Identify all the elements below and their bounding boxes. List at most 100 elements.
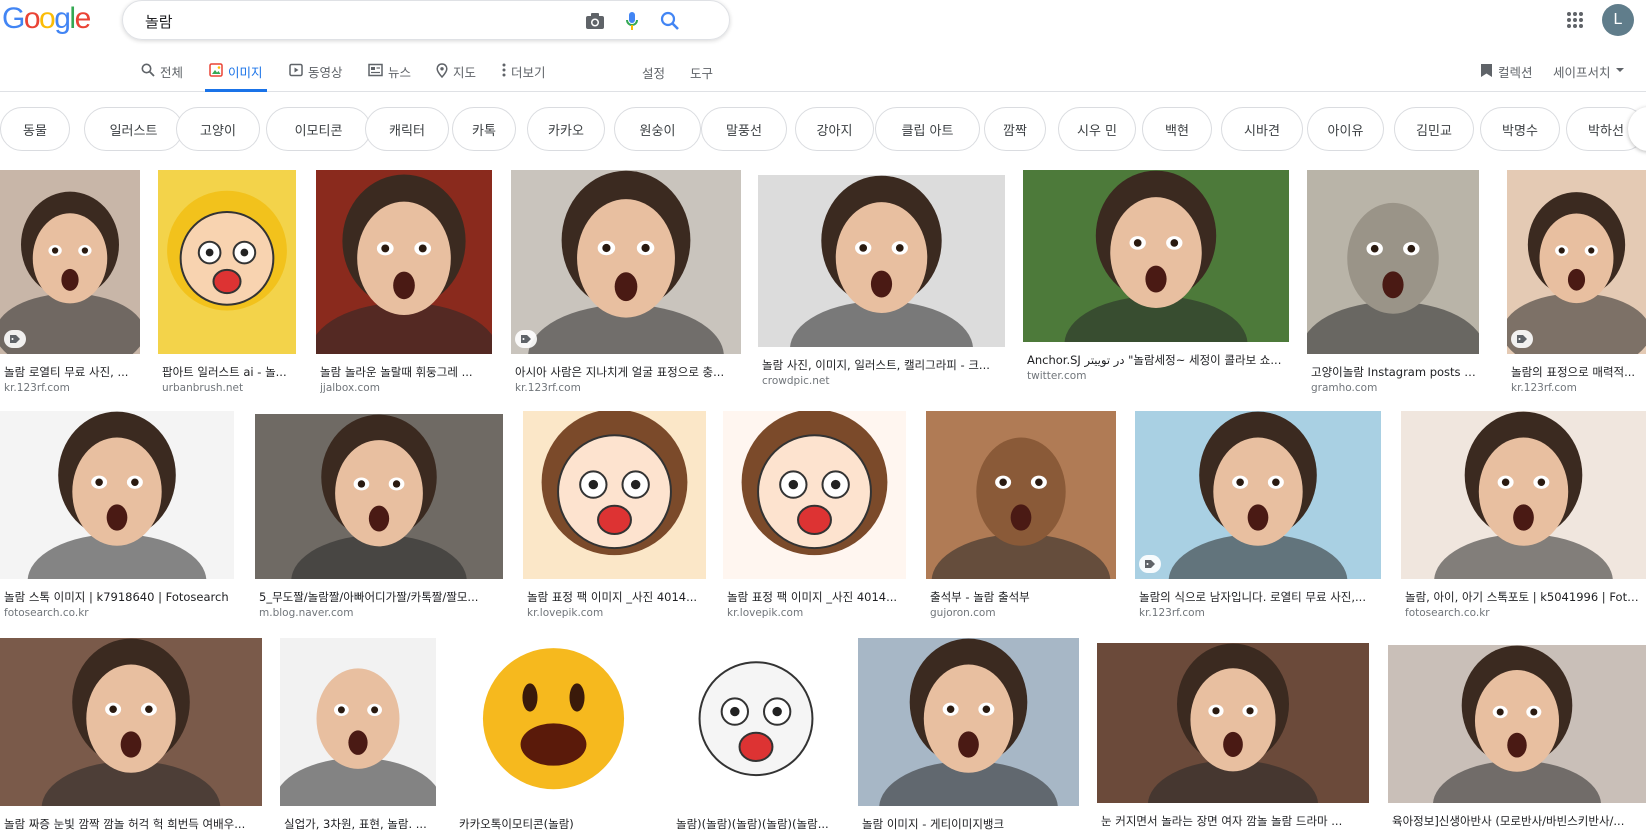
result-thumbnail[interactable] bbox=[1023, 170, 1289, 342]
tab-maps[interactable]: 지도 bbox=[436, 62, 476, 92]
chip-filter[interactable]: 시우 민 bbox=[1058, 107, 1136, 151]
image-result[interactable]: 실업가, 3차원, 표현, 놀람. ... bbox=[280, 638, 436, 834]
safesearch-dropdown[interactable]: 세이프서치 bbox=[1553, 62, 1624, 92]
search-box[interactable]: 놀람 bbox=[122, 0, 730, 40]
image-result[interactable]: 눈 커지면서 놀라는 장면 여자 깜놀 놀람 드라마 ... bbox=[1097, 643, 1369, 834]
chip-filter[interactable]: 캐릭터 bbox=[365, 107, 449, 151]
result-thumbnail[interactable] bbox=[858, 638, 1079, 806]
result-source[interactable]: urbanbrush.net bbox=[162, 382, 294, 394]
result-title[interactable]: 5_무도짤/놀람짤/아빠어디가짤/카톡짤/짤모... bbox=[259, 589, 501, 605]
result-source[interactable]: gujoron.com bbox=[930, 607, 1114, 619]
image-result[interactable]: 5_무도짤/놀람짤/아빠어디가짤/카톡짤/짤모... m.blog.naver.c… bbox=[255, 414, 503, 627]
result-thumbnail[interactable] bbox=[0, 638, 262, 806]
chip-filter[interactable]: 아이유 bbox=[1307, 107, 1384, 151]
image-result[interactable]: 놀람 표정 팩 이미지 _사진 4014... kr.lovepik.com bbox=[723, 411, 906, 627]
result-thumbnail[interactable] bbox=[316, 170, 492, 354]
result-title[interactable]: 팝아트 일러스트 ai - 놀... bbox=[162, 364, 294, 380]
result-thumbnail[interactable] bbox=[0, 170, 140, 354]
image-result[interactable]: 놀람 사진, 이미지, 일러스트, 캘리그라피 - 크... crowdpic.n… bbox=[758, 175, 1005, 395]
image-result[interactable]: 놀람 짜증 눈빛 깜짝 깜놀 허걱 헉 희번득 여배우... bbox=[0, 638, 262, 834]
chip-filter[interactable]: 김민교 bbox=[1394, 107, 1474, 151]
result-thumbnail[interactable] bbox=[1507, 170, 1646, 354]
result-thumbnail[interactable] bbox=[1097, 643, 1369, 803]
result-source[interactable]: kr.123rf.com bbox=[1511, 382, 1644, 394]
result-thumbnail[interactable] bbox=[1401, 411, 1646, 579]
chip-filter[interactable]: 백현 bbox=[1142, 107, 1212, 151]
result-title[interactable]: 놀람의 식으로 남자입니다. 로열티 무료 사진,... bbox=[1139, 589, 1379, 605]
result-source[interactable]: fotosearch.co.kr bbox=[4, 607, 232, 619]
image-result[interactable]: 놀람 스톡 이미지 | k7918640 | Fotosearch fotosea… bbox=[0, 411, 234, 627]
result-source[interactable]: kr.lovepik.com bbox=[527, 607, 704, 619]
chip-filter[interactable]: 깜짝 bbox=[984, 107, 1046, 151]
result-thumbnail[interactable] bbox=[455, 638, 652, 806]
result-thumbnail[interactable] bbox=[723, 411, 906, 579]
result-thumbnail[interactable] bbox=[672, 638, 840, 806]
image-result[interactable]: 출석부 - 놀람 출석부 gujoron.com bbox=[926, 411, 1116, 627]
chip-filter[interactable]: 말풍선 bbox=[701, 107, 787, 151]
camera-icon[interactable] bbox=[581, 7, 609, 35]
result-source[interactable]: crowdpic.net bbox=[762, 375, 1003, 387]
result-thumbnail[interactable] bbox=[758, 175, 1005, 347]
result-source[interactable]: kr.123rf.com bbox=[1139, 607, 1379, 619]
search-icon[interactable] bbox=[656, 7, 684, 35]
result-title[interactable]: 놀람의 표정으로 매력적... bbox=[1511, 364, 1644, 380]
collections-link[interactable]: 컬렉션 bbox=[1480, 62, 1533, 92]
result-source[interactable]: kr.123rf.com bbox=[515, 382, 739, 394]
result-source[interactable]: twitter.com bbox=[1027, 370, 1287, 382]
image-result[interactable]: 육아정보]신생아반사 (모로반사/바빈스키반사/... bbox=[1388, 645, 1646, 834]
result-title[interactable]: 아시아 사람은 지나치게 얼굴 표정으로 충... bbox=[515, 364, 739, 380]
tab-all[interactable]: 전체 bbox=[141, 62, 183, 92]
image-result[interactable]: 놀람 놀라운 놀랄때 휘둥그레 ... jjalbox.com bbox=[316, 170, 492, 402]
result-title[interactable]: 놀람 표정 팩 이미지 _사진 4014... bbox=[527, 589, 704, 605]
chip-filter[interactable]: 동물 bbox=[0, 107, 70, 151]
result-thumbnail[interactable] bbox=[1135, 411, 1381, 579]
google-logo[interactable]: Google bbox=[2, 2, 91, 36]
result-source[interactable]: gramho.com bbox=[1311, 382, 1477, 394]
image-result[interactable]: 놀람 이미지 - 게티이미지뱅크 bbox=[858, 638, 1079, 834]
image-result[interactable]: 놀람의 식으로 남자입니다. 로열티 무료 사진,... kr.123rf.com bbox=[1135, 411, 1381, 627]
account-avatar[interactable]: L bbox=[1602, 4, 1634, 36]
result-source[interactable]: jjalbox.com bbox=[320, 382, 490, 394]
result-title[interactable]: 놀람 로열티 무료 사진, ... bbox=[4, 364, 138, 380]
chip-filter[interactable]: 일러스트 bbox=[84, 107, 183, 151]
result-thumbnail[interactable] bbox=[158, 170, 296, 354]
result-thumbnail[interactable] bbox=[280, 638, 436, 806]
chip-filter[interactable]: 카카오 bbox=[527, 107, 605, 151]
settings-link[interactable]: 설정 bbox=[642, 63, 665, 82]
result-thumbnail[interactable] bbox=[926, 411, 1116, 579]
result-thumbnail[interactable] bbox=[1388, 645, 1646, 803]
tab-videos[interactable]: 동영상 bbox=[289, 62, 343, 92]
result-title[interactable]: Anchor.SJ در توییتر "놀람세정~ 세정이 콜라보 쇼... bbox=[1027, 352, 1287, 368]
chip-filter[interactable]: 카톡 bbox=[452, 107, 516, 151]
result-title[interactable]: 카카오톡이모티콘(놀람) bbox=[459, 816, 650, 832]
result-source[interactable]: m.blog.naver.com bbox=[259, 607, 501, 619]
tab-images[interactable]: 이미지 bbox=[205, 62, 267, 92]
image-result[interactable]: 놀람, 아이, 아기 스톡포토 | k5041996 | Foto... foto… bbox=[1401, 411, 1646, 627]
result-source[interactable]: kr.lovepik.com bbox=[727, 607, 904, 619]
result-source[interactable]: fotosearch.co.kr bbox=[1405, 607, 1644, 619]
result-title[interactable]: 눈 커지면서 놀라는 장면 여자 깜놀 놀람 드라마 ... bbox=[1101, 813, 1367, 829]
chip-filter[interactable]: 클립 아트 bbox=[875, 107, 980, 151]
result-thumbnail[interactable] bbox=[523, 411, 706, 579]
result-title[interactable]: 육아정보]신생아반사 (모로반사/바빈스키반사/... bbox=[1392, 813, 1644, 829]
image-result[interactable]: 아시아 사람은 지나치게 얼굴 표정으로 충... kr.123rf.com bbox=[511, 170, 741, 402]
chip-filter[interactable]: 시바견 bbox=[1221, 107, 1303, 151]
result-title[interactable]: 놀람)(놀람)(놀람)(놀람)(놀람... bbox=[676, 816, 838, 832]
image-result[interactable]: 놀람 표정 팩 이미지 _사진 4014... kr.lovepik.com bbox=[523, 411, 706, 627]
chip-filter[interactable]: 강아지 bbox=[795, 107, 874, 151]
image-result[interactable]: 놀람 로열티 무료 사진, ... kr.123rf.com bbox=[0, 170, 140, 402]
result-thumbnail[interactable] bbox=[1307, 170, 1479, 354]
image-result[interactable]: 카카오톡이모티콘(놀람) bbox=[455, 638, 652, 834]
result-title[interactable]: 출석부 - 놀람 출석부 bbox=[930, 589, 1114, 605]
result-title[interactable]: 놀람 짜증 눈빛 깜짝 깜놀 허걱 헉 희번득 여배우... bbox=[4, 816, 260, 832]
chip-filter[interactable]: 이모티콘 bbox=[266, 107, 371, 151]
result-title[interactable]: 놀람 사진, 이미지, 일러스트, 캘리그라피 - 크... bbox=[762, 357, 1003, 373]
image-result[interactable]: 놀람의 표정으로 매력적... kr.123rf.com bbox=[1507, 170, 1646, 402]
search-input[interactable]: 놀람 bbox=[145, 11, 173, 32]
chip-filter[interactable]: 고양이 bbox=[176, 107, 260, 151]
result-title[interactable]: 고양이놀람 Instagram posts - G... bbox=[1311, 364, 1477, 380]
result-thumbnail[interactable] bbox=[0, 411, 234, 579]
apps-grid-icon[interactable] bbox=[1561, 6, 1589, 34]
result-title[interactable]: 놀람 놀라운 놀랄때 휘둥그레 ... bbox=[320, 364, 490, 380]
image-result[interactable]: 놀람)(놀람)(놀람)(놀람)(놀람... bbox=[672, 638, 840, 834]
